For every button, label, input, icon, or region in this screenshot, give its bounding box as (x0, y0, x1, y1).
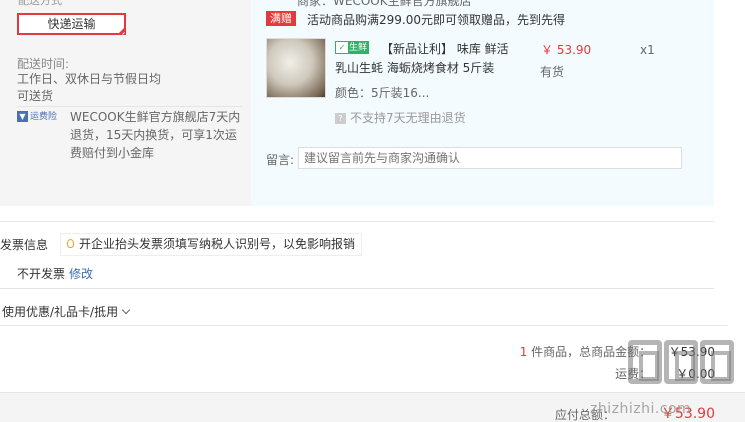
watermark-glyph (700, 340, 734, 384)
product-name-line1[interactable]: 【新品让利】 味库 鲜活 (381, 40, 509, 57)
gift-promo-text: 活动商品购满299.00元即可领取赠品，先到先得 (307, 13, 565, 27)
divider (0, 325, 727, 326)
invoice-status: 不开发票 (17, 267, 66, 281)
shipping-panel: 配送方式 快递运输 配送时间: 工作日、双休日与节假日均 可送货 ▼ 运费险 WE… (0, 0, 251, 206)
express-shipping-button[interactable]: 快递运输 (17, 13, 126, 35)
shipping-method-label: 配送方式 (18, 0, 62, 7)
message-input[interactable] (298, 147, 682, 169)
fresh-badge: ✓ 生鲜 (335, 41, 369, 54)
edit-invoice-link[interactable]: 修改 (69, 265, 93, 282)
coupon-toggle[interactable]: 使用优惠/礼品卡/抵用 (2, 303, 131, 320)
shield-icon: ▼ (17, 111, 28, 122)
item-count: 1 (519, 345, 528, 359)
watermark-glyph (628, 340, 662, 384)
fresh-logo-icon: ✓ (336, 42, 348, 53)
product-color: 颜色：5斤装16... (335, 86, 430, 100)
watermark-logo (628, 340, 738, 390)
watermark-text: zhizhizhi.com (590, 401, 692, 417)
message-label: 留言: (266, 153, 295, 167)
invoice-title: 发票信息 (0, 238, 49, 252)
chevron-down-icon (121, 305, 131, 315)
info-icon: ? (335, 113, 346, 124)
lightbulb-icon (67, 239, 74, 248)
freight-insurance-badge: ▼ 运费险 (17, 111, 59, 124)
delivery-time-line2: 可送货 (17, 89, 54, 103)
order-item-panel: 商家：WECOOK生鲜官方旗舰店 满赠 活动商品购满299.00元即可领取赠品，… (251, 0, 714, 206)
invoice-tip-text: 开企业抬头发票须填写纳税人识别号，以免影响报销 (79, 237, 356, 251)
watermark-glyph (664, 340, 698, 384)
gift-tag: 满赠 (266, 11, 296, 26)
express-shipping-label: 快递运输 (47, 17, 96, 31)
invoice-tip: 开企业抬头发票须填写纳税人识别号，以免影响报销 (60, 233, 363, 256)
product-name-line2[interactable]: 乳山生蚝 海蛎烧烤食材 5斤装 (335, 59, 494, 76)
freight-insurance-label: 运费险 (30, 112, 58, 122)
stock-status: 有货 (540, 65, 565, 79)
return-policy-text: WECOOK生鲜官方旗舰店7天内退货，15天内换货，可享1次运费赔付到小金库 (70, 110, 241, 160)
fresh-badge-label: 生鲜 (349, 43, 368, 53)
product-image[interactable] (266, 38, 326, 98)
product-price: ￥ 53.90 (541, 43, 592, 57)
divider (17, 106, 242, 107)
no-return-notice: ? 不支持7天无理由退货 (335, 109, 466, 126)
divider (0, 288, 714, 289)
delivery-time-line1: 工作日、双休日与节假日均 (17, 72, 162, 86)
divider (0, 221, 714, 222)
coupon-label: 使用优惠/礼品卡/抵用 (2, 305, 119, 319)
no-return-text: 不支持7天无理由退货 (350, 111, 466, 125)
product-quantity: x1 (640, 43, 655, 57)
selected-check-icon (118, 27, 125, 34)
shop-name: 商家：WECOOK生鲜官方旗舰店 (297, 0, 472, 8)
